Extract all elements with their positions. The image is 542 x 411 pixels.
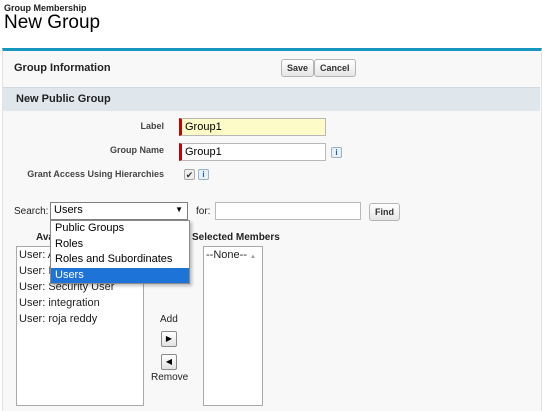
dropdown-option-selected[interactable]: Users [51,267,189,283]
search-input[interactable] [215,202,361,220]
scroll-up-icon: ▲ [250,254,256,260]
search-type-dropdown[interactable]: Public Groups Roles Roles and Subordinat… [50,220,190,284]
selected-members-list[interactable]: --None-- ▲ [203,246,263,406]
subsection-header: New Public Group [3,87,540,111]
group-name-input[interactable] [179,143,326,161]
add-label: Add [160,314,178,325]
list-item[interactable]: User: roja reddy [17,311,143,327]
remove-arrow-button[interactable]: ◀ [161,354,177,370]
find-button[interactable]: Find [369,203,400,221]
dropdown-option[interactable]: Public Groups [51,221,189,237]
search-type-value: Users [54,204,83,216]
dropdown-option[interactable]: Roles and Subordinates [51,252,189,268]
dropdown-option[interactable]: Roles [51,237,189,253]
label-field-label: Label [140,121,164,131]
list-item[interactable]: --None-- ▲ [204,247,262,265]
search-label: Search: [14,206,49,217]
selected-members-label: Selected Members [192,232,280,243]
for-label: for: [196,206,211,217]
group-name-field-label: Group Name [109,145,164,155]
label-input[interactable] [179,118,326,136]
group-name-info-icon[interactable]: i [331,147,342,158]
add-arrow-button[interactable]: ▶ [161,331,177,347]
remove-label: Remove [151,372,189,383]
arrow-right-icon: ▶ [165,334,173,343]
grant-access-info-icon[interactable]: i [198,169,209,180]
subsection-title: New Public Group [16,93,111,105]
list-item[interactable]: User: integration [17,295,143,311]
chevron-down-icon: ▼ [175,205,183,214]
page-title: New Group [4,12,101,33]
search-type-select[interactable]: Users ▼ [50,202,188,220]
grant-access-label: Grant Access Using Hierarchies [27,169,164,179]
section-title: Group Information [14,62,111,74]
grant-access-checkbox[interactable]: ✔ [184,169,195,180]
cancel-button[interactable]: Cancel [314,59,356,77]
arrow-left-icon: ◀ [165,357,173,366]
save-button[interactable]: Save [281,59,315,77]
